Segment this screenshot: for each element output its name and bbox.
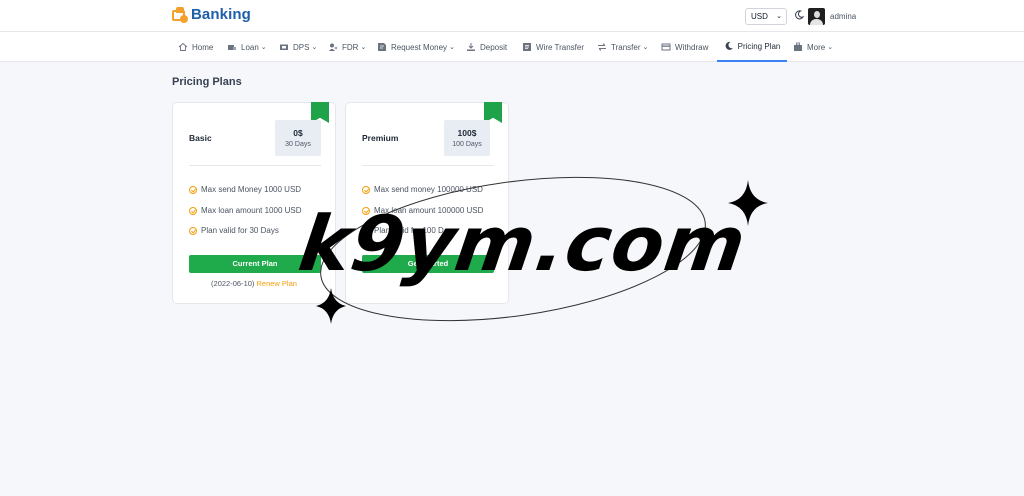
feature-item: Max loan amount 100000 USD xyxy=(362,206,483,215)
withdraw-icon xyxy=(661,43,671,51)
nav-transfer[interactable]: Transfer ⌄ xyxy=(597,32,648,62)
feature-text: Max send money 100000 USD xyxy=(374,185,483,194)
home-icon xyxy=(178,42,188,51)
top-bar: Banking USD ⌄ admina xyxy=(0,0,1024,32)
nav-label: More xyxy=(807,42,826,52)
expiry-date: (2022-06-10) xyxy=(211,279,255,288)
more-icon xyxy=(794,42,802,51)
nav-more[interactable]: More ⌄ xyxy=(793,32,833,62)
chevron-down-icon: ⌄ xyxy=(360,44,367,51)
nav-dps[interactable]: DPS ⌄ xyxy=(279,32,317,62)
feature-item: Plan valid for 100 Days xyxy=(362,226,456,235)
renew-plan-link[interactable]: Renew Plan xyxy=(257,279,297,288)
deposit-icon xyxy=(467,43,475,51)
page-title: Pricing Plans xyxy=(172,76,242,88)
feature-item: Max loan amount 1000 USD xyxy=(189,206,302,215)
nav-withdraw[interactable]: Withdraw xyxy=(661,32,708,62)
feature-item: Plan valid for 30 Days xyxy=(189,226,279,235)
bank-icon xyxy=(172,6,188,23)
brand-name: Banking xyxy=(191,6,251,23)
feature-text: Plan valid for 30 Days xyxy=(201,226,279,235)
chevron-down-icon: ⌄ xyxy=(311,44,318,51)
username[interactable]: admina xyxy=(830,12,856,21)
check-circle-icon xyxy=(189,185,197,194)
feature-item: Max send Money 1000 USD xyxy=(189,185,301,194)
dps-icon xyxy=(280,44,288,50)
chevron-down-icon: ⌄ xyxy=(260,44,267,51)
chevron-down-icon: ⌄ xyxy=(776,13,782,20)
check-circle-icon xyxy=(362,185,370,194)
plan-card-premium: Premium 100$ 100 Days Max send money 100… xyxy=(345,102,509,304)
nav-label: Transfer xyxy=(611,42,641,52)
nav-label: Loan xyxy=(241,42,259,52)
avatar[interactable] xyxy=(808,8,825,25)
nav-label: DPS xyxy=(293,42,310,52)
loan-icon xyxy=(228,45,236,50)
feature-text: Max send Money 1000 USD xyxy=(201,185,302,194)
feature-text: Max loan amount 1000 USD xyxy=(201,206,302,215)
nav-home[interactable]: Home xyxy=(178,32,213,62)
plan-price: 0$ xyxy=(293,128,303,138)
current-plan-button[interactable]: Current Plan xyxy=(189,255,321,273)
nav-request-money[interactable]: Request Money ⌄ xyxy=(377,32,455,62)
chevron-down-icon: ⌄ xyxy=(449,44,455,51)
feature-text: Max loan amount 100000 USD xyxy=(374,206,484,215)
transfer-icon xyxy=(598,43,606,51)
plan-period: 30 Days xyxy=(285,141,311,148)
divider xyxy=(189,165,321,166)
nav-label: Wire Transfer xyxy=(536,42,585,52)
pricing-plan-icon xyxy=(725,41,733,50)
nav-label: Home xyxy=(192,42,214,52)
nav-label: FDR xyxy=(342,42,359,52)
request-money-icon xyxy=(378,43,386,51)
plan-expiry: (2022-06-10) Renew Plan xyxy=(173,279,335,288)
currency-select[interactable]: USD ⌄ xyxy=(745,8,787,25)
nav-wire-transfer[interactable]: Wire Transfer xyxy=(522,32,584,62)
price-box: 100$ 100 Days xyxy=(444,120,490,156)
plan-card-basic: Basic 0$ 30 Days Max send Money 1000 USD… xyxy=(172,102,336,304)
watermark-graphic xyxy=(316,176,768,324)
nav-loan[interactable]: Loan ⌄ xyxy=(227,32,267,62)
currency-value: USD xyxy=(751,12,768,21)
feature-text: Plan valid for 100 Days xyxy=(374,226,457,235)
divider xyxy=(362,165,494,166)
check-circle-icon xyxy=(189,226,197,235)
nav-label: Pricing Plan xyxy=(737,41,781,51)
nav-pricing-plan[interactable]: Pricing Plan xyxy=(717,32,787,62)
fdr-icon xyxy=(329,43,338,51)
moon-icon[interactable] xyxy=(794,10,804,20)
nav-deposit[interactable]: Deposit xyxy=(466,32,507,62)
chevron-down-icon: ⌄ xyxy=(642,44,649,51)
plan-name: Basic xyxy=(189,133,212,143)
feature-item: Max send money 100000 USD xyxy=(362,185,483,194)
wire-transfer-icon xyxy=(523,43,531,51)
get-started-button[interactable]: Get Started xyxy=(362,255,494,273)
plan-name: Premium xyxy=(362,133,399,143)
plan-period: 100 Days xyxy=(452,141,482,148)
nav-fdr[interactable]: FDR ⌄ xyxy=(328,32,366,62)
nav-label: Deposit xyxy=(480,42,508,52)
chevron-down-icon: ⌄ xyxy=(827,44,834,51)
main-nav: Home Loan ⌄ DPS ⌄ FDR ⌄ Request Money ⌄ … xyxy=(0,32,1024,62)
nav-label: Withdraw xyxy=(675,42,709,52)
check-circle-icon xyxy=(189,206,197,215)
check-circle-icon xyxy=(362,226,370,235)
price-box: 0$ 30 Days xyxy=(275,120,321,156)
nav-label: Request Money xyxy=(391,42,448,52)
check-circle-icon xyxy=(362,206,370,215)
brand-logo[interactable]: Banking xyxy=(172,6,251,23)
plan-price: 100$ xyxy=(457,128,477,138)
watermark: k9ym.com xyxy=(0,0,1024,496)
